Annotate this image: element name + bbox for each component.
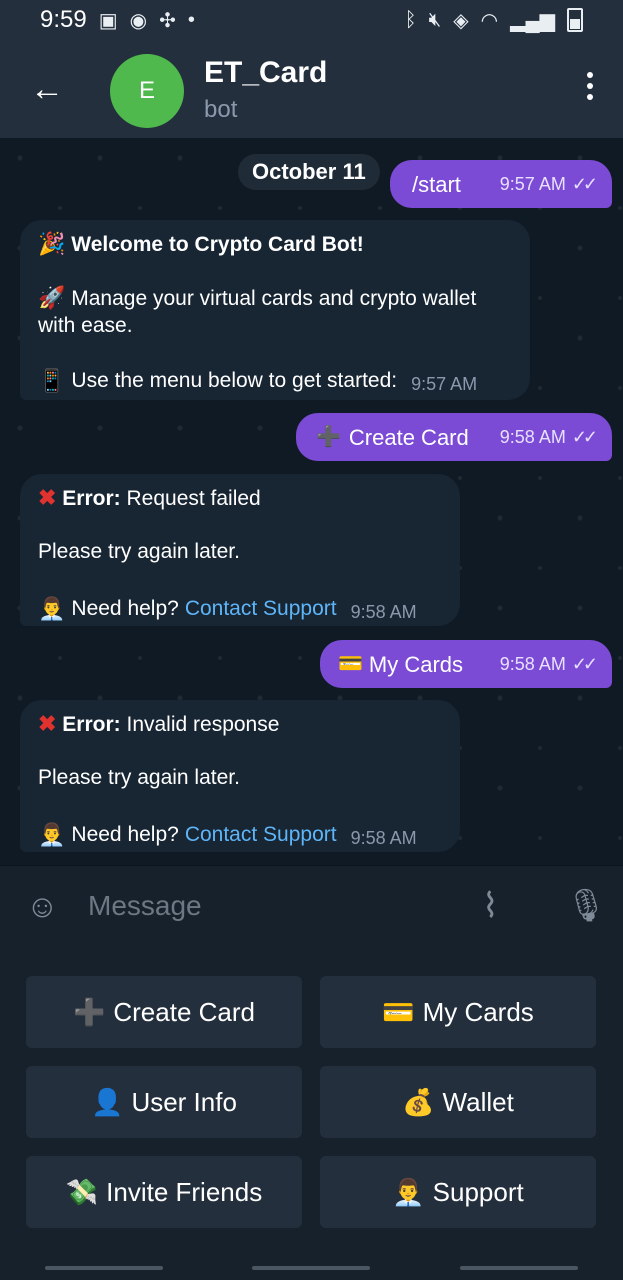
invite-friends-button[interactable]: 💸 Invite Friends	[26, 1156, 302, 1228]
button-label: Wallet	[442, 1086, 514, 1117]
error-x-icon: ✖	[38, 485, 57, 510]
status-time: 9:59	[40, 6, 87, 33]
chat-subtitle: bot	[204, 96, 238, 123]
support-agent-icon: 👨‍💼	[38, 596, 66, 621]
avatar[interactable]: E	[110, 54, 184, 128]
support-agent-icon: 👨‍💼	[38, 822, 66, 847]
message-time: 9:58 AM	[499, 653, 566, 674]
chat-header: ← E ET_Card bot	[0, 40, 623, 138]
nav-back-handle[interactable]	[460, 1265, 579, 1270]
retry-text: Please try again later.	[38, 766, 240, 789]
message-text: Create Card	[348, 424, 469, 450]
mute-icon: 🔇︎	[428, 8, 442, 31]
user-info-button[interactable]: 👤 User Info	[26, 1066, 302, 1138]
message-time: 9:57 AM	[411, 374, 478, 394]
read-receipt-icon: ✓✓	[571, 426, 598, 447]
rocket-icon: 🚀	[38, 285, 66, 310]
message-time: 9:58 AM	[499, 426, 566, 447]
support-button[interactable]: 👨‍💼 Support	[320, 1156, 596, 1228]
button-label: Create Card	[113, 996, 255, 1027]
message-text: Manage your virtual cards and crypto wal…	[38, 287, 477, 337]
message-text: /start	[412, 171, 461, 197]
retry-text: Please try again later.	[38, 540, 240, 563]
button-label: User Info	[131, 1086, 237, 1117]
plus-icon: ➕	[73, 996, 106, 1027]
mobile-phone-icon: 📱	[38, 368, 66, 393]
message-input[interactable]: Message	[88, 890, 202, 922]
credit-card-icon: 💳	[382, 996, 415, 1027]
paperclip-icon[interactable]: ⌇	[482, 886, 499, 926]
button-label: Support	[432, 1176, 524, 1207]
nfc-icon: ◈	[453, 9, 469, 32]
bluetooth-icon: ᛒ	[404, 8, 417, 31]
kebab-menu-icon[interactable]	[587, 72, 593, 100]
battery-icon	[567, 8, 583, 32]
outgoing-message[interactable]: ➕ Create Card 9:58 AM ✓✓	[296, 413, 612, 461]
help-text: Need help?	[71, 597, 179, 620]
dot-icon: •	[187, 8, 195, 31]
chat-title[interactable]: ET_Card	[204, 56, 327, 90]
flying-money-icon: 💸	[65, 1176, 99, 1207]
error-text: Request failed	[126, 487, 261, 510]
button-label: Invite Friends	[106, 1176, 263, 1207]
date-separator: October 11	[238, 154, 380, 190]
back-arrow-icon[interactable]: ←	[30, 70, 64, 108]
pinwheel-icon: ✣	[159, 9, 176, 32]
party-popper-icon: 🎉	[38, 231, 66, 256]
outgoing-message[interactable]: 💳 My Cards 9:58 AM ✓✓	[320, 640, 612, 688]
wallet-button[interactable]: 💰 Wallet	[320, 1066, 596, 1138]
incoming-message[interactable]: ✖ Error: Invalid response Please try aga…	[20, 700, 460, 852]
button-label: My Cards	[422, 996, 534, 1027]
error-label: Error:	[62, 487, 121, 510]
money-bag-icon: 💰	[402, 1086, 435, 1117]
bot-keyboard: ➕ Create Card 💳 My Cards 👤 User Info 💰 W…	[0, 949, 623, 1280]
message-time: 9:57 AM	[499, 173, 566, 194]
error-label: Error:	[62, 713, 121, 736]
welcome-heading: Welcome to Crypto Card Bot!	[71, 233, 364, 256]
user-silhouette-icon: 👤	[91, 1086, 124, 1117]
system-nav-bar	[0, 1255, 623, 1280]
read-receipt-icon: ✓✓	[571, 173, 598, 194]
contact-support-link[interactable]: Contact Support	[185, 821, 337, 848]
support-agent-icon: 👨‍💼	[392, 1176, 425, 1207]
message-list[interactable]: October 11 /start 9:57 AM ✓✓ 🎉 Welcome t…	[0, 138, 623, 865]
help-text: Need help?	[71, 823, 179, 846]
nav-home-handle[interactable]	[252, 1265, 371, 1270]
outgoing-message[interactable]: /start 9:57 AM ✓✓	[390, 160, 612, 208]
my-cards-button[interactable]: 💳 My Cards	[320, 976, 596, 1048]
message-time: 9:58 AM	[350, 828, 417, 848]
message-composer: ☺ Message ⌇ 🎙︎	[0, 865, 623, 949]
plus-icon: ➕	[316, 425, 341, 448]
smiley-icon[interactable]: ☺	[26, 888, 59, 925]
contact-support-link[interactable]: Contact Support	[185, 595, 337, 622]
incoming-message[interactable]: ✖ Error: Request failed Please try again…	[20, 474, 460, 626]
create-card-button[interactable]: ➕ Create Card	[26, 976, 302, 1048]
signal-icon: ▂▄▆	[510, 9, 555, 32]
message-text: Use the menu below to get started:	[71, 369, 398, 392]
nav-recents-handle[interactable]	[44, 1265, 163, 1270]
microphone-icon[interactable]: 🎙︎	[566, 886, 607, 924]
status-bar: 9:59 ▣ ◉ ✣ • ᛒ 🔇︎ ◈ ◠ ▂▄▆	[0, 0, 623, 40]
message-time: 9:58 AM	[350, 602, 417, 622]
message-text: My Cards	[368, 651, 464, 677]
gallery-icon: ▣	[98, 9, 118, 32]
error-text: Invalid response	[126, 713, 280, 736]
wifi-icon: ◠	[480, 9, 499, 32]
error-x-icon: ✖	[38, 711, 57, 736]
read-receipt-icon: ✓✓	[571, 653, 598, 674]
snapchat-icon: ◉	[129, 9, 148, 32]
credit-card-icon: 💳	[338, 652, 363, 675]
incoming-message[interactable]: 🎉 Welcome to Crypto Card Bot! 🚀 Manage y…	[20, 220, 530, 400]
avatar-letter: E	[138, 77, 155, 104]
